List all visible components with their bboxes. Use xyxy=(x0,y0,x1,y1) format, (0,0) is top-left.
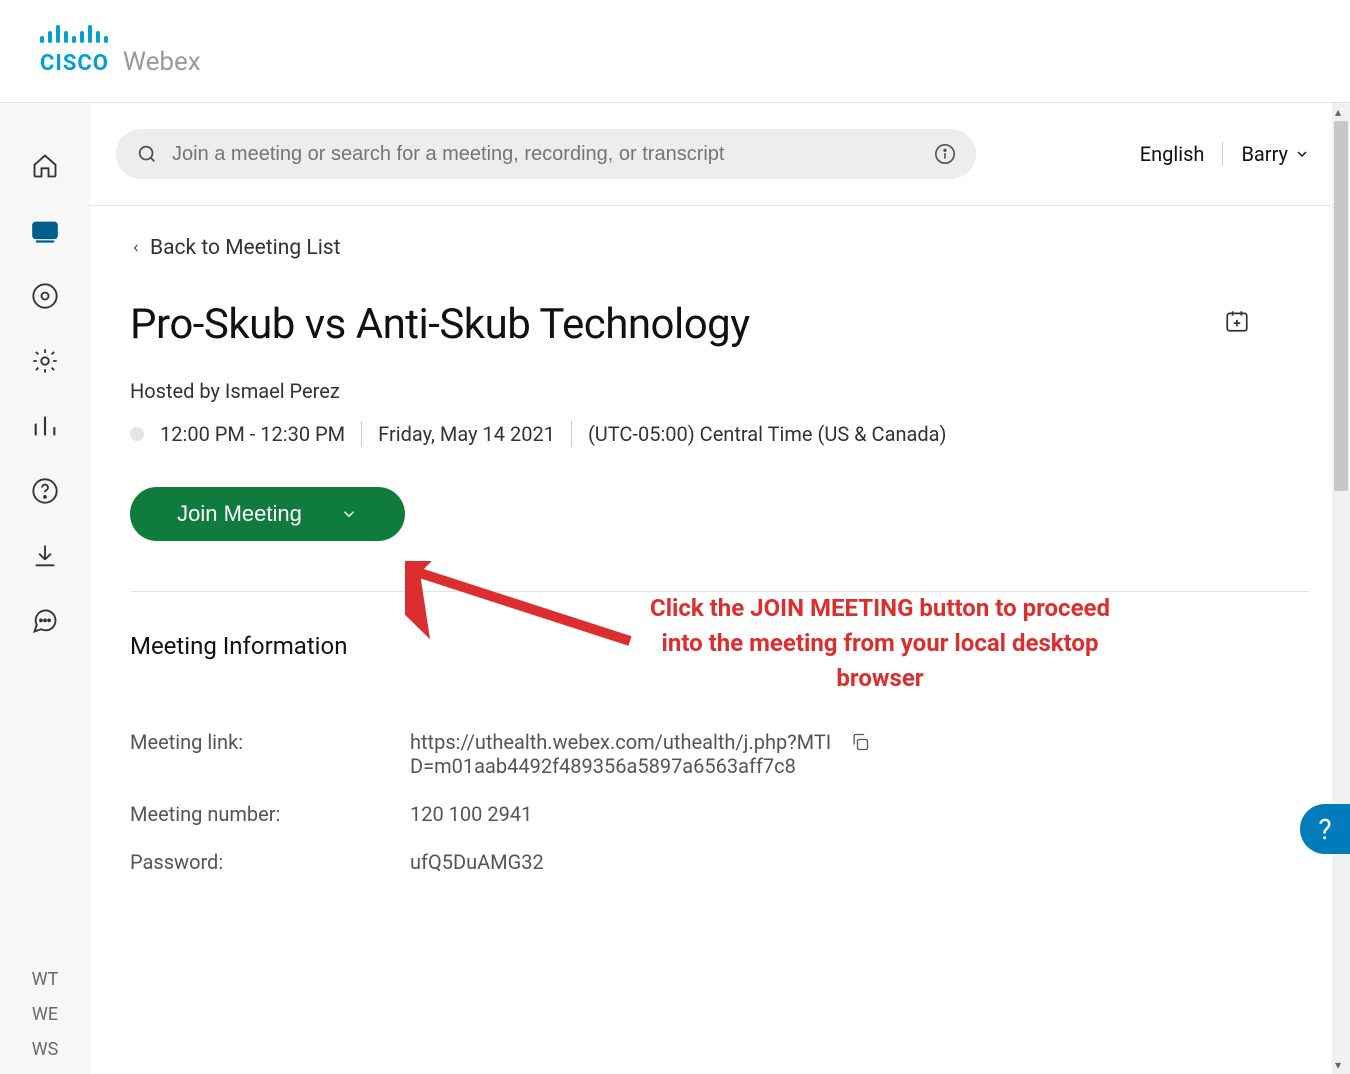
meeting-link-label: Meeting link: xyxy=(130,730,410,778)
meeting-number-value: 120 100 2941 xyxy=(410,802,532,826)
cisco-logo: CISCO Webex xyxy=(40,25,201,77)
meeting-info-grid: Meeting link: https://uthealth.webex.com… xyxy=(130,730,1310,874)
shortcut-we[interactable]: WE xyxy=(32,1004,58,1025)
meeting-info-title: Meeting Information xyxy=(130,632,1310,660)
brand-header: CISCO Webex xyxy=(0,0,1350,103)
meeting-time: 12:00 PM - 12:30 PM xyxy=(160,422,345,446)
topbar-divider xyxy=(1222,142,1223,166)
content-area: Back to Meeting List Pro-Skub vs Anti-Sk… xyxy=(90,206,1350,1074)
scroll-up-icon[interactable]: ▴ xyxy=(1335,105,1341,119)
back-to-list-link[interactable]: Back to Meeting List xyxy=(130,236,1310,260)
sidebar: WT WE WS xyxy=(0,103,90,1074)
user-name: Barry xyxy=(1241,142,1288,166)
meeting-number-label: Meeting number: xyxy=(130,802,410,826)
chevron-down-icon xyxy=(1294,146,1310,162)
meeting-timezone: (UTC-05:00) Central Time (US & Canada) xyxy=(588,422,947,446)
scroll-down-icon[interactable]: ▾ xyxy=(1335,1058,1341,1072)
recordings-icon[interactable] xyxy=(23,273,68,318)
main-panel: English Barry Back to Meeting List Pro-S… xyxy=(90,103,1350,1074)
hosted-by: Hosted by Ismael Perez xyxy=(130,379,1310,403)
search-bar[interactable] xyxy=(116,129,976,179)
meetings-icon[interactable] xyxy=(23,208,68,253)
chevron-left-icon xyxy=(130,242,142,254)
search-icon xyxy=(136,143,158,165)
insights-icon[interactable] xyxy=(23,403,68,448)
search-input[interactable] xyxy=(172,143,920,166)
status-dot-icon xyxy=(130,427,144,441)
downloads-icon[interactable] xyxy=(23,533,68,578)
cisco-bars-icon xyxy=(40,25,201,43)
help-fab-button[interactable]: ? xyxy=(1300,804,1350,854)
meeting-title: Pro-Skub vs Anti-Skub Technology xyxy=(130,300,750,349)
language-selector[interactable]: English xyxy=(1140,142,1205,166)
scrollbar[interactable]: ▴ ▾ xyxy=(1332,103,1350,1074)
chevron-down-icon xyxy=(340,505,358,523)
preferences-icon[interactable] xyxy=(23,338,68,383)
meeting-time-row: 12:00 PM - 12:30 PM Friday, May 14 2021 … xyxy=(130,421,1310,447)
meeting-password-label: Password: xyxy=(130,850,410,874)
info-icon[interactable] xyxy=(934,143,956,165)
add-to-calendar-button[interactable] xyxy=(1224,308,1250,334)
join-meeting-label: Join Meeting xyxy=(177,501,302,527)
home-icon[interactable] xyxy=(23,143,68,188)
scroll-thumb[interactable] xyxy=(1334,121,1348,491)
copy-link-button[interactable] xyxy=(850,732,870,757)
shortcut-ws[interactable]: WS xyxy=(32,1039,59,1060)
topbar: English Barry xyxy=(90,103,1350,206)
join-meeting-button[interactable]: Join Meeting xyxy=(130,487,405,541)
meeting-password-value: ufQ5DuAMG32 xyxy=(410,850,544,874)
meeting-link-value: https://uthealth.webex.com/uthealth/j.ph… xyxy=(410,730,840,778)
shortcut-wt[interactable]: WT xyxy=(32,969,59,990)
support-icon[interactable] xyxy=(23,468,68,513)
user-menu[interactable]: Barry xyxy=(1241,142,1310,166)
meeting-date: Friday, May 14 2021 xyxy=(378,422,555,446)
cisco-word: CISCO xyxy=(40,51,109,76)
back-link-label: Back to Meeting List xyxy=(150,236,341,260)
feedback-icon[interactable] xyxy=(23,598,68,643)
webex-word: Webex xyxy=(123,47,201,77)
section-divider xyxy=(130,591,1310,592)
